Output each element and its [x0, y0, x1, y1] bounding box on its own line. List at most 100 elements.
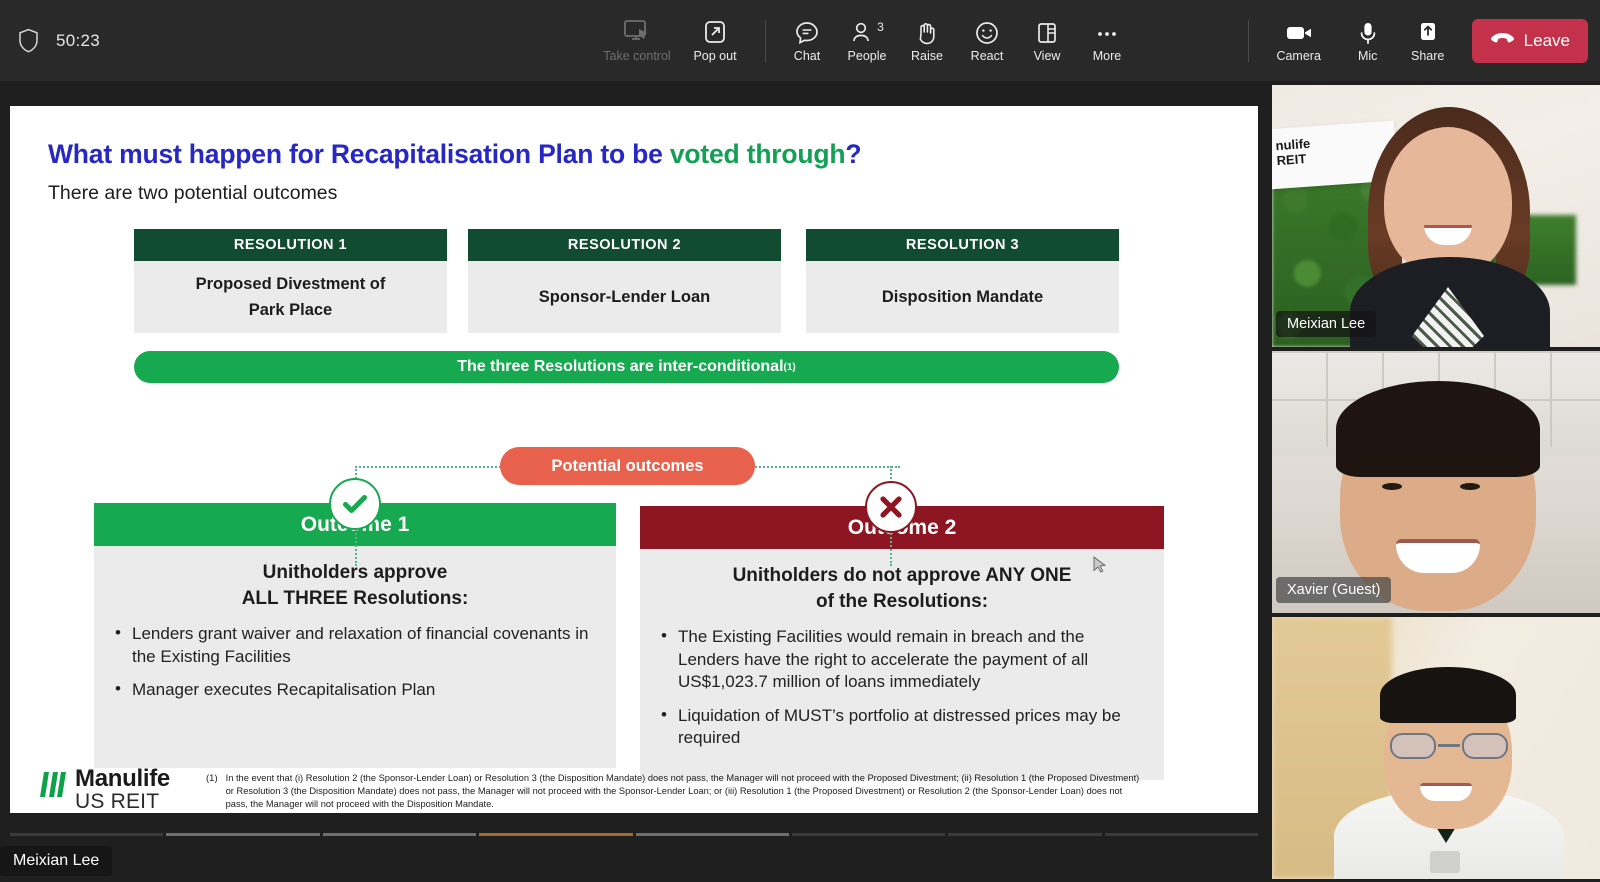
person-smile [1396, 539, 1480, 573]
person-eye-left [1382, 483, 1402, 490]
resolution-2-header: RESOLUTION 2 [468, 229, 781, 261]
person-shirt-crest [1430, 851, 1460, 873]
participant-video-rail: nulife REIT Meixian Lee Xavier (Guest) [1268, 81, 1600, 882]
people-button[interactable]: 3 People [837, 8, 897, 74]
logo-line-1: Manulife [75, 765, 170, 792]
slide-title: What must happen for Recapitalisation Pl… [48, 139, 862, 170]
video-tile-third-participant[interactable] [1272, 617, 1600, 879]
slide-progress-segment [166, 833, 320, 836]
presentation-slide: What must happen for Recapitalisation Pl… [10, 106, 1258, 813]
list-item: Manager executes Recapitalisation Plan [112, 678, 598, 701]
pop-out-label: Pop out [693, 49, 737, 63]
person-smile [1420, 783, 1472, 801]
people-label: People [847, 49, 887, 63]
person-hair [1380, 667, 1516, 723]
slide-progress-segment [1104, 833, 1258, 836]
slide-subtitle: There are two potential outcomes [48, 182, 338, 204]
shield-icon [10, 28, 46, 53]
share-label: Share [1410, 49, 1445, 63]
potential-outcomes-pill: Potential outcomes [500, 447, 755, 485]
mic-button[interactable]: Mic [1338, 8, 1398, 74]
mic-label: Mic [1357, 49, 1378, 63]
cross-icon [865, 481, 917, 533]
resolution-2-body: Sponsor-Lender Loan [468, 261, 781, 333]
inter-conditional-footnote-mark: (1) [783, 361, 796, 373]
slide-title-end: ? [845, 139, 862, 169]
inter-conditional-text: The three Resolutions are inter-conditio… [457, 358, 784, 375]
camera-button[interactable]: Camera [1260, 8, 1338, 74]
outcome-2-body: Unitholders do not approve ANY ONE of th… [640, 549, 1164, 781]
pop-out-button[interactable]: Pop out [676, 8, 754, 74]
people-icon: 3 [850, 18, 884, 46]
person-face [1384, 127, 1512, 277]
toolbar-center-group: Take control Pop out Chat 3 People Raise… [598, 0, 1137, 81]
person-eye-right [1460, 483, 1480, 490]
video-tile-meixian-lee[interactable]: nulife REIT Meixian Lee [1272, 85, 1600, 347]
slide-progress-segment [322, 833, 477, 836]
slide-progress-segment [10, 833, 164, 836]
logo-text: Manulife US REIT [75, 765, 170, 813]
slide-progress-bar[interactable] [10, 833, 1258, 839]
chat-button[interactable]: Chat [777, 8, 837, 74]
meeting-timer: 50:23 [56, 30, 101, 50]
view-layout-icon [1034, 18, 1060, 46]
take-control-button[interactable]: Take control [598, 8, 676, 74]
video-tile-xavier-guest[interactable]: Xavier (Guest) [1272, 351, 1600, 613]
toolbar-right-group: Camera Mic Share Leave [1237, 0, 1588, 81]
manulife-us-reit-logo: Manulife US REIT [40, 765, 170, 813]
person-hair [1336, 381, 1540, 477]
leave-button[interactable]: Leave [1471, 18, 1588, 63]
participant-name-tag: Xavier (Guest) [1276, 577, 1392, 603]
list-item: Lenders grant waiver and relaxation of f… [112, 622, 598, 668]
slide-progress-segment [948, 833, 1102, 836]
resolution-1-header: RESOLUTION 1 [134, 229, 447, 261]
inter-conditional-banner: The three Resolutions are inter-conditio… [134, 351, 1119, 383]
outcome-card-2: Outcome 2 Unitholders do not approve ANY… [640, 506, 1164, 781]
raise-hand-icon [915, 18, 939, 46]
active-speaker-label: Meixian Lee [0, 846, 113, 876]
more-ellipsis-icon [1094, 18, 1120, 46]
camera-label: Camera [1276, 49, 1321, 63]
outcome-1-lead: Unitholders approve ALL THREE Resolution… [241, 562, 469, 609]
meeting-toolbar: 50:23 Take control Pop out Chat 3 People… [0, 0, 1600, 81]
resolution-card-3: RESOLUTION 3 Disposition Mandate [806, 229, 1119, 333]
toolbar-divider-2 [1247, 19, 1249, 62]
slide-title-highlight: voted through [669, 139, 846, 169]
slide-progress-segment [635, 833, 789, 836]
more-button[interactable]: More [1077, 8, 1137, 74]
share-button[interactable]: Share [1398, 8, 1458, 74]
person-glasses [1388, 733, 1510, 759]
teams-meeting-window: 50:23 Take control Pop out Chat 3 People… [0, 0, 1600, 882]
page-number: 12 [1185, 811, 1202, 813]
react-button[interactable]: React [957, 8, 1017, 74]
pop-out-icon [701, 18, 729, 46]
resolution-card-2: RESOLUTION 2 Sponsor-Lender Loan [468, 229, 781, 333]
resolution-3-body: Disposition Mandate [806, 261, 1119, 333]
resolution-card-1: RESOLUTION 1 Proposed Divestment of Park… [134, 229, 447, 333]
leave-label: Leave [1523, 30, 1570, 50]
shared-content-stage[interactable]: What must happen for Recapitalisation Pl… [0, 81, 1268, 882]
take-control-label: Take control [603, 49, 671, 63]
outcome-1-body: Unitholders approve ALL THREE Resolution… [94, 546, 616, 768]
video-feed [1272, 351, 1600, 613]
participant-name-tag: Meixian Lee [1276, 311, 1377, 337]
chat-icon [794, 18, 820, 46]
connector-line-right-horizontal [752, 466, 900, 468]
view-button[interactable]: View [1017, 8, 1077, 74]
chat-label: Chat [793, 49, 821, 63]
more-label: More [1092, 49, 1122, 63]
outcome-1-bullets: Lenders grant waiver and relaxation of f… [112, 622, 598, 701]
list-item: Liquidation of MUST’s portfolio at distr… [658, 704, 1146, 750]
take-control-icon [622, 18, 652, 46]
connector-line-left-horizontal [355, 466, 505, 468]
slide-progress-segment [791, 833, 946, 836]
slide-progress-segment-current [479, 833, 633, 836]
resolution-1-body: Proposed Divestment of Park Place [134, 261, 447, 333]
raise-hand-button[interactable]: Raise [897, 8, 957, 74]
video-feed [1272, 617, 1600, 879]
slide-title-main: What must happen for Recapitalisation Pl… [48, 139, 670, 169]
footnote-text: In the event that (i) Resolution 2 (the … [225, 773, 1140, 810]
camera-icon [1284, 18, 1314, 46]
view-label: View [1033, 49, 1061, 63]
react-smiley-icon [974, 18, 1000, 46]
